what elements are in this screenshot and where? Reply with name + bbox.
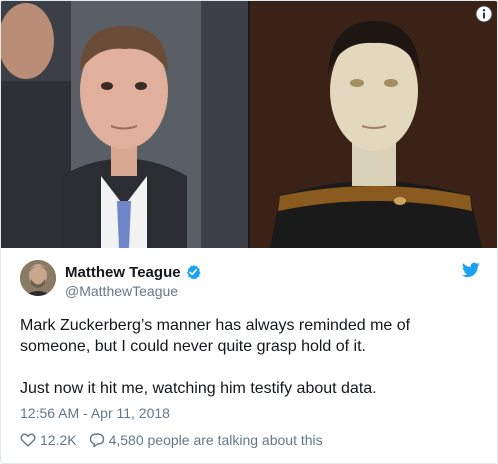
photo-left-image xyxy=(1,1,248,248)
tweet-paragraph: Mark Zuckerberg’s manner has always remi… xyxy=(20,317,411,355)
heart-icon xyxy=(20,433,36,447)
timestamp[interactable]: 12:56 AM - Apr 11, 2018 xyxy=(20,405,170,421)
tweet-header: Matthew Teague @MatthewTeague xyxy=(20,260,480,300)
like-action[interactable]: 12.2K xyxy=(20,432,77,448)
like-count: 12.2K xyxy=(40,432,77,448)
tweet-media[interactable] xyxy=(1,1,497,248)
reply-text: 4,580 people are talking about this xyxy=(108,432,323,448)
handle[interactable]: @MatthewTeague xyxy=(65,283,178,299)
verified-badge-icon xyxy=(186,264,201,280)
avatar-image xyxy=(20,260,56,296)
name-row: Matthew Teague xyxy=(65,262,201,282)
tweet-paragraph: Just now it hit me, watching him testify… xyxy=(20,380,377,397)
speech-bubble-icon xyxy=(89,433,104,448)
photo-right-image xyxy=(250,1,497,248)
display-name[interactable]: Matthew Teague xyxy=(65,264,181,281)
tweet-text: Mark Zuckerberg’s manner has always remi… xyxy=(20,315,470,399)
tweet-actions: 12.2K 4,580 people are talking about thi… xyxy=(20,431,323,449)
embedded-tweet-card: Matthew Teague @MatthewTeague Mark Zucke… xyxy=(0,0,498,464)
info-icon[interactable] xyxy=(475,5,493,23)
twitter-bird-icon[interactable] xyxy=(462,262,480,278)
reply-action[interactable]: 4,580 people are talking about this xyxy=(89,432,323,448)
avatar[interactable] xyxy=(20,260,56,296)
photo-right[interactable] xyxy=(250,1,497,248)
photo-left[interactable] xyxy=(1,1,248,248)
